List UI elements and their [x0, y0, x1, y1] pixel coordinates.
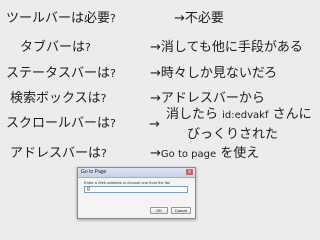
question-mark: ? — [100, 92, 107, 105]
answer-statusbar: →時々しか見ないだろ — [150, 66, 278, 81]
answer-toolbar: →不必要 — [174, 11, 224, 26]
ok-button[interactable]: OK — [150, 207, 168, 214]
question-mark: ? — [110, 117, 116, 130]
question-text: 検索ボックスは — [10, 91, 101, 106]
answer-scrollbar-arrow: → — [149, 117, 160, 132]
question-searchbox: 検索ボックスは? — [10, 91, 106, 107]
dialog-message: Enter a Web address or choose one from t… — [84, 180, 170, 185]
question-mark: ? — [101, 147, 107, 160]
question-text: ステータスバーは — [6, 66, 111, 81]
question-scrollbar: スクロールバーは? — [6, 116, 116, 132]
question-text: タブバーは — [20, 40, 86, 55]
question-tabbar: タブバーは? — [20, 40, 91, 56]
answer-text: さんに — [268, 107, 312, 122]
user-id: id:edvakf — [222, 110, 269, 121]
answer-tabbar: →消しても他に手段がある — [150, 40, 303, 55]
question-statusbar: ステータスバーは? — [6, 66, 116, 82]
answer-text: 消したら — [166, 107, 223, 122]
question-addressbar: アドレスバーは? — [10, 146, 107, 162]
answer-text: を使え — [216, 146, 260, 161]
answer-scrollbar-line1: 消したら id:edvakf さんに — [166, 107, 312, 124]
answer-addressbar: →Go to page を使え — [150, 146, 259, 163]
go-to-page-dialog: Go to Page x Enter a Web address or choo… — [77, 167, 196, 219]
question-mark: ? — [110, 12, 116, 25]
answer-arrow: → — [150, 146, 161, 161]
question-text: ツールバーは必要 — [6, 11, 111, 26]
go-to-page-text: Go to page — [160, 149, 217, 160]
question-mark: ? — [85, 41, 91, 54]
dialog-title: Go to Page — [81, 169, 107, 175]
close-icon[interactable]: x — [186, 169, 193, 175]
question-mark: ? — [110, 67, 116, 80]
cancel-button[interactable]: Cancel — [171, 207, 191, 214]
address-input[interactable]: g — [84, 186, 188, 193]
dialog-titlebar: Go to Page x — [78, 168, 195, 178]
answer-searchbox: →アドレスバーから — [150, 91, 265, 106]
question-toolbar: ツールバーは必要? — [6, 11, 116, 27]
question-text: アドレスバーは — [10, 146, 102, 161]
answer-scrollbar-line2: びっくりされた — [187, 127, 279, 142]
question-text: スクロールバーは — [6, 116, 111, 131]
